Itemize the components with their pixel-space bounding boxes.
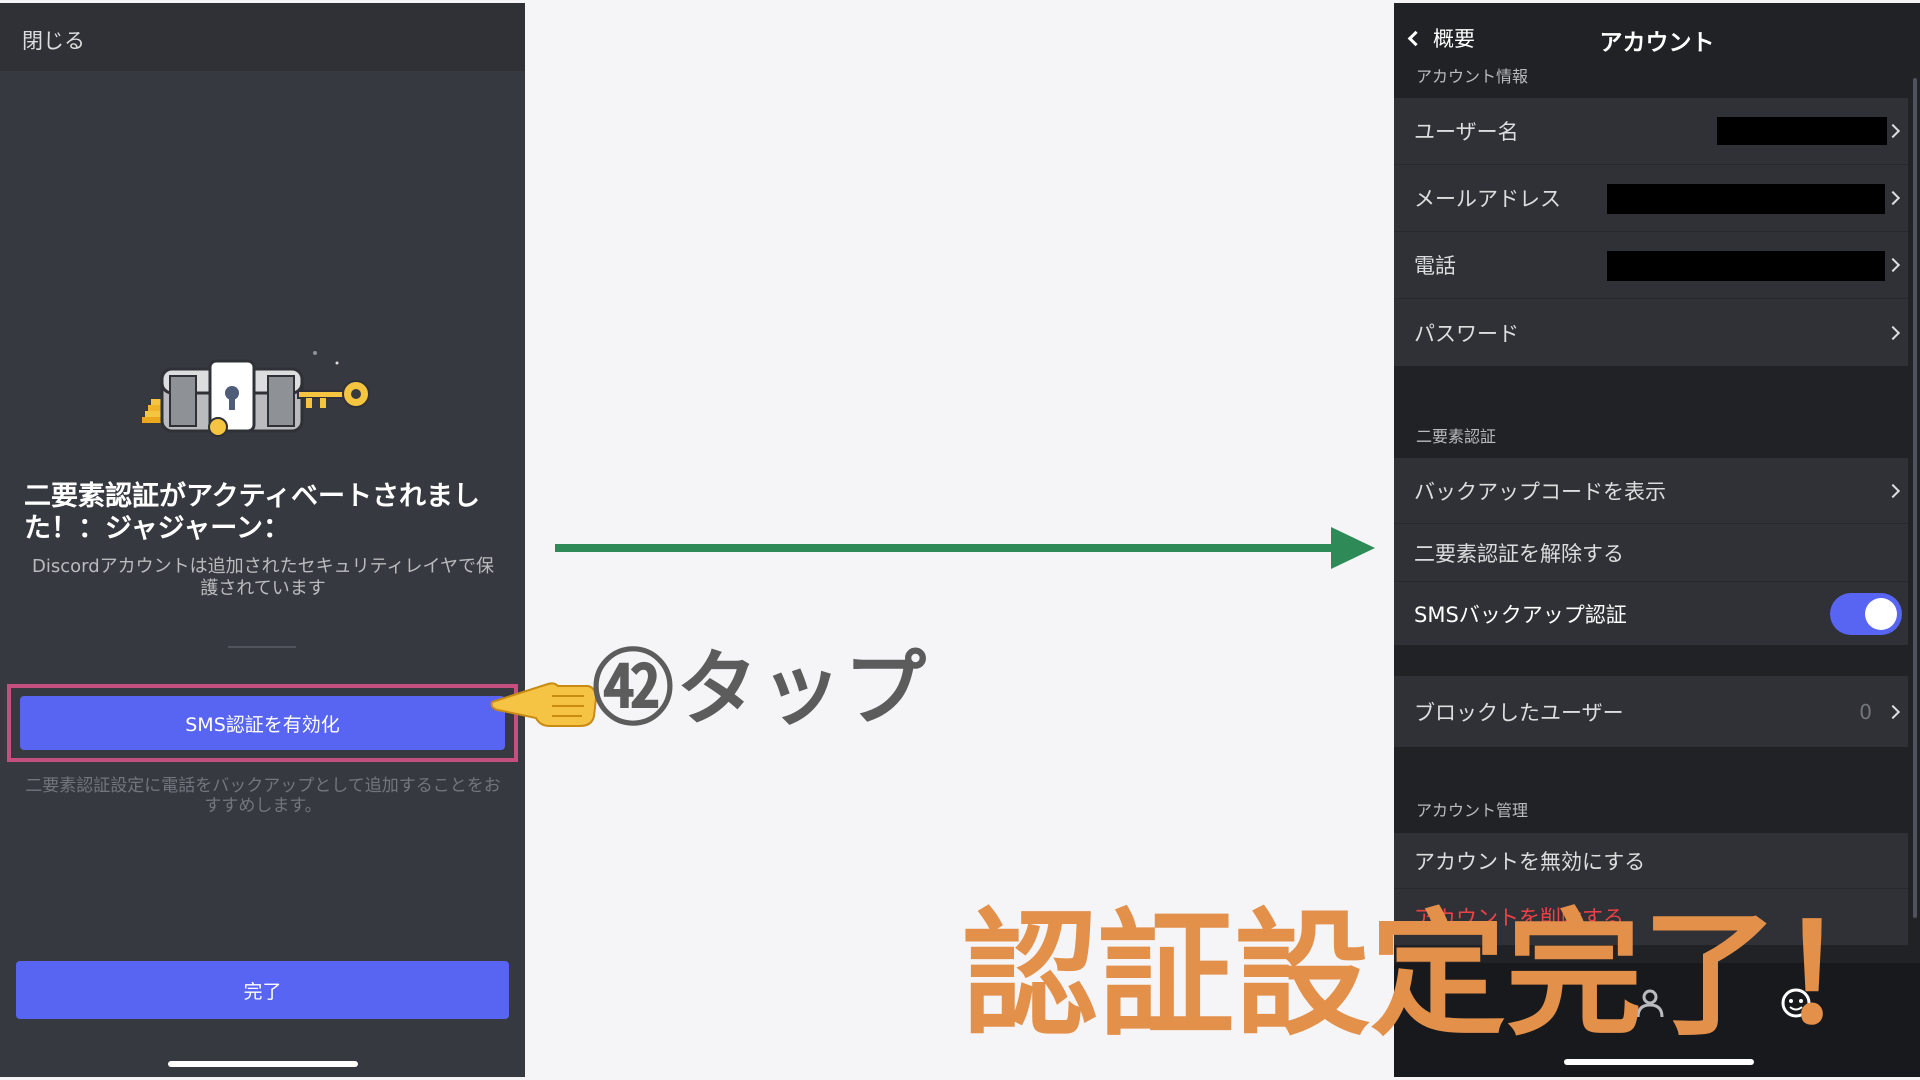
redacted-value: [1717, 117, 1887, 145]
right-arrow-icon: [555, 527, 1375, 569]
sms-backup-toggle[interactable]: [1830, 592, 1902, 635]
chevron-right-icon: [1885, 704, 1901, 719]
chevron-right-icon: [1885, 483, 1901, 498]
chevron-right-icon: [1885, 190, 1901, 206]
chevron-right-icon: [1885, 257, 1901, 273]
enable-sms-auth-button[interactable]: SMS認証を有効化: [20, 696, 505, 750]
row-sms-backup: SMSバックアップ認証: [1394, 582, 1908, 645]
chevron-right-icon: [1885, 123, 1901, 139]
row-label: パスワード: [1414, 321, 1519, 346]
pointing-hand-icon: [490, 682, 598, 727]
completion-banner: 認証設定完了！: [962, 897, 1914, 1055]
row-email[interactable]: メールアドレス: [1394, 165, 1908, 232]
sms-recommendation-text: 二要素認証設定に電話をバックアップとして追加することをおすすめします。: [25, 776, 501, 816]
row-label: 電話: [1414, 254, 1456, 278]
step-label: ㊷タップ: [592, 642, 929, 737]
row-phone[interactable]: 電話: [1394, 232, 1908, 299]
row-view-backup-codes[interactable]: バックアップコードを表示: [1394, 458, 1908, 524]
row-label: SMSバックアップ認証: [1414, 602, 1627, 627]
redacted-value: [1607, 184, 1885, 214]
row-remove-mfa[interactable]: 二要素認証を解除する: [1394, 524, 1908, 582]
row-disable-account[interactable]: アカウントを無効にする: [1394, 833, 1908, 889]
row-label: 二要素認証を解除する: [1414, 541, 1624, 566]
section-mfa: 二要素認証: [1416, 427, 1497, 446]
account-info-group: ユーザー名 メールアドレス 電話 パスワード: [1394, 98, 1908, 366]
scrollbar[interactable]: [1913, 78, 1917, 918]
page-title: アカウント: [1599, 30, 1715, 56]
row-label: メールアドレス: [1414, 187, 1561, 211]
mfa-description: Discordアカウントは追加されたセキュリティレイヤで保護されています: [31, 556, 495, 599]
row-label: アカウントを無効にする: [1414, 849, 1646, 874]
section-account-management: アカウント管理: [1416, 801, 1529, 820]
home-indicator: [1564, 1059, 1754, 1065]
redacted-value: [1607, 251, 1885, 281]
modal-header: 閉じる: [0, 3, 525, 71]
left-phone-screen: 閉じる 二要素認証がアクティベートされました！：ジャジャーン： Discordア…: [0, 3, 525, 1077]
divider: [228, 646, 296, 648]
done-button[interactable]: 完了: [16, 961, 509, 1019]
mfa-group: バックアップコードを表示 二要素認証を解除する SMSバックアップ認証: [1394, 458, 1908, 645]
section-account-info: アカウント情報: [1416, 67, 1529, 86]
row-password[interactable]: パスワード: [1394, 299, 1908, 366]
treasure-chest-key-icon: [142, 351, 370, 437]
row-username[interactable]: ユーザー名: [1394, 98, 1908, 165]
blocked-users-count: 0: [1859, 699, 1872, 724]
row-label: バックアップコードを表示: [1414, 479, 1666, 504]
row-label: ユーザー名: [1414, 120, 1519, 144]
chevron-right-icon: [1885, 325, 1901, 340]
home-indicator: [168, 1061, 358, 1067]
mfa-activated-title: 二要素認証がアクティベートされました！：ジャジャーン：: [24, 481, 481, 544]
close-button[interactable]: 閉じる: [22, 25, 85, 55]
toggle-knob: [1865, 597, 1897, 630]
blocked-group: ブロックしたユーザー 0: [1394, 676, 1908, 747]
row-label: ブロックしたユーザー: [1414, 700, 1624, 725]
row-blocked-users[interactable]: ブロックしたユーザー 0: [1394, 676, 1908, 747]
